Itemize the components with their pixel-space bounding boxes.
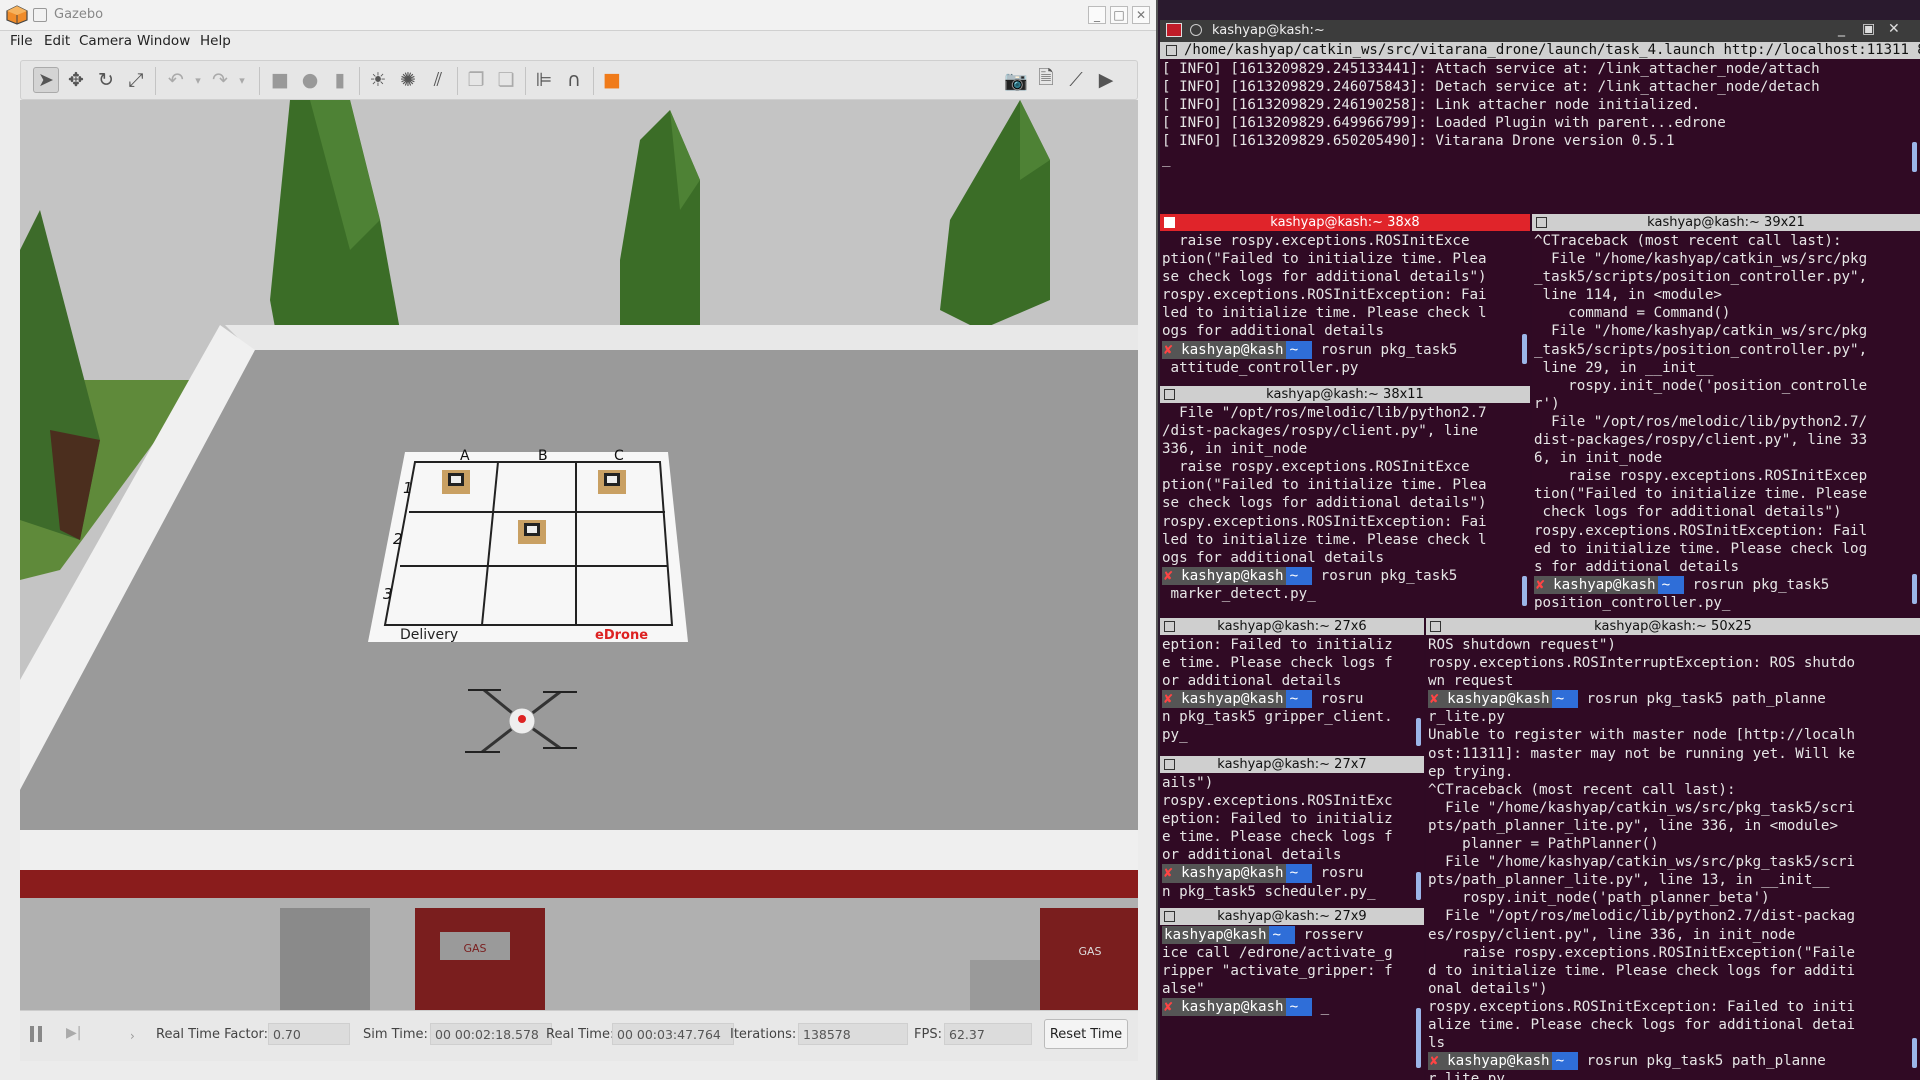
menu-camera[interactable]: Camera	[79, 33, 132, 49]
sim-time-label: Sim Time:	[363, 1027, 428, 1042]
reset-time-button[interactable]: Reset Time	[1044, 1019, 1128, 1049]
building-stripe	[20, 870, 1138, 898]
svg-text:GAS: GAS	[1078, 945, 1101, 958]
pane-header: kashyap@kash:~ 39x21	[1532, 214, 1920, 231]
box-shape-icon[interactable]: ■	[267, 67, 293, 93]
translate-mode-icon[interactable]: ✥	[63, 67, 89, 93]
gazebo-window: Gazebo _ □ ✕ File Edit Camera Window Hel…	[0, 0, 1158, 1080]
scene-render[interactable]: GAS GAS A B C 1 2 3 Delivery eDrone	[20, 100, 1138, 1010]
minimize-button[interactable]: _	[1088, 6, 1106, 24]
terminal-pane-27x9[interactable]: kashyap@kash:~ 27x9 kashyap@kash ~ rosser…	[1160, 908, 1424, 1080]
spot-light-icon[interactable]: ✺	[395, 67, 421, 93]
real-time-value: 00 00:03:47.764	[612, 1023, 734, 1045]
maximize-button[interactable]: ▣	[1862, 21, 1875, 37]
svg-text:GAS: GAS	[463, 942, 486, 955]
close-button[interactable]: ✕	[1888, 21, 1900, 37]
svg-text:1: 1	[403, 479, 413, 497]
3d-viewport[interactable]: GAS GAS A B C 1 2 3 Delivery eDrone	[20, 100, 1138, 1010]
directional-light-icon[interactable]: ⫽	[425, 67, 451, 93]
title-bar: Gazebo _ □ ✕	[0, 0, 1156, 31]
scale-mode-icon[interactable]: ⤢	[123, 67, 149, 93]
view-angle-icon[interactable]: ■	[599, 67, 625, 93]
roof-front-edge	[20, 830, 1138, 870]
terminal-title: kashyap@kash:~	[1212, 23, 1325, 38]
copy-icon[interactable]: ❐	[463, 67, 489, 93]
terminal-pane-38x8[interactable]: kashyap@kash:~ 38x8 raise rospy.exceptio…	[1160, 214, 1530, 384]
step-button[interactable]: ▶|	[66, 1025, 81, 1041]
pane-header: /home/kashyap/catkin_ws/src/vitarana_dro…	[1160, 42, 1920, 59]
expand-icon[interactable]: ›	[130, 1029, 135, 1043]
menu-edit[interactable]: Edit	[44, 33, 70, 49]
close-button[interactable]: ✕	[1132, 6, 1150, 24]
pane-header: kashyap@kash:~ 27x6	[1160, 618, 1424, 635]
terminal-pane-27x6[interactable]: kashyap@kash:~ 27x6 eption: Failed to in…	[1160, 618, 1424, 756]
iterations-value: 138578	[798, 1023, 908, 1045]
window-title: Gazebo	[54, 7, 104, 22]
rotate-mode-icon[interactable]: ↻	[93, 67, 119, 93]
menu-file[interactable]: File	[10, 33, 33, 49]
svg-text:3: 3	[383, 585, 393, 603]
svg-text:A: A	[460, 448, 470, 464]
terminal-pane-39x21[interactable]: kashyap@kash:~ 39x21 ^CTraceback (most r…	[1532, 214, 1920, 616]
pane-header: kashyap@kash:~ 38x8	[1160, 214, 1530, 231]
terminator-icon	[1166, 23, 1182, 37]
gazebo-logo-icon	[6, 5, 28, 25]
delivery-grid-mat: A B C 1 2 3 Delivery eDrone	[368, 448, 688, 643]
redo-history-icon[interactable]: ▾	[229, 67, 255, 93]
menu-bar: File Edit Camera Window Help	[0, 30, 1156, 54]
sim-time-value: 00 00:02:18.578	[430, 1023, 552, 1045]
package-c1	[598, 470, 626, 494]
toolbar: ➤ ✥ ↻ ⤢ ↶ ▾ ↷ ▾ ■ ● ▮ ☀ ✺ ⫽ ❐ ❏ ⊫ ∩ ■ 📷 …	[20, 60, 1138, 100]
status-bar: ▶| › Real Time Factor: 0.70 Sim Time: 00…	[20, 1010, 1138, 1061]
svg-text:C: C	[614, 448, 624, 464]
rtf-label: Real Time Factor:	[156, 1027, 269, 1042]
terminal-window: kashyap@kash:~ _ ▣ ✕ /home/kashyap/catki…	[1160, 20, 1920, 1080]
select-mode-icon[interactable]: ➤	[33, 67, 59, 93]
svg-text:2: 2	[393, 530, 403, 548]
log-icon[interactable]: 🗎	[1033, 67, 1059, 93]
minimize-button[interactable]: _	[1838, 21, 1845, 37]
fps-label: FPS:	[914, 1027, 942, 1042]
svg-text:Delivery: Delivery	[400, 627, 458, 643]
real-time-label: Real Time:	[546, 1027, 615, 1042]
pane-header: kashyap@kash:~ 38x11	[1160, 386, 1530, 403]
pane-header: kashyap@kash:~ 27x9	[1160, 908, 1424, 925]
menu-help[interactable]: Help	[200, 33, 231, 49]
svg-text:eDrone: eDrone	[595, 628, 648, 643]
plot-icon[interactable]: ⟋	[1063, 67, 1089, 93]
rtf-value: 0.70	[268, 1023, 350, 1045]
settings-icon[interactable]	[1190, 24, 1202, 36]
video-record-icon[interactable]: ▶	[1093, 67, 1119, 93]
screenshot-icon[interactable]: 📷	[1003, 67, 1029, 93]
scrollbar[interactable]	[1912, 142, 1917, 172]
pane-header: kashyap@kash:~ 50x25	[1426, 618, 1920, 635]
paste-icon[interactable]: ❏	[493, 67, 519, 93]
terminal-title-bar: kashyap@kash:~ _ ▣ ✕	[1160, 20, 1920, 42]
terminal-pane-38x11[interactable]: kashyap@kash:~ 38x11 File "/opt/ros/melo…	[1160, 386, 1530, 616]
iterations-label: Iterations:	[730, 1027, 797, 1042]
pane-header: kashyap@kash:~ 27x7	[1160, 756, 1424, 773]
terminal-pane-27x7[interactable]: kashyap@kash:~ 27x7 ails") rospy.exceptio…	[1160, 756, 1424, 908]
package-b2	[518, 520, 546, 544]
sphere-shape-icon[interactable]: ●	[297, 67, 323, 93]
pane-output: [ INFO] [1613209829.245133441]: Attach s…	[1162, 61, 1820, 168]
point-light-icon[interactable]: ☀	[365, 67, 391, 93]
pin-icon[interactable]	[33, 8, 47, 22]
maximize-button[interactable]: □	[1110, 6, 1128, 24]
menu-window[interactable]: Window	[137, 33, 190, 49]
snap-icon[interactable]: ∩	[561, 67, 587, 93]
terminal-pane-50x25[interactable]: kashyap@kash:~ 50x25 ROS shutdown reques…	[1426, 618, 1920, 1080]
pause-button[interactable]	[28, 1025, 44, 1043]
cylinder-shape-icon[interactable]: ▮	[327, 67, 353, 93]
package-a1	[442, 470, 470, 494]
svg-text:B: B	[538, 448, 548, 464]
terminal-pane-launch[interactable]: /home/kashyap/catkin_ws/src/vitarana_dro…	[1160, 42, 1920, 214]
fps-value: 62.37	[944, 1023, 1032, 1045]
align-icon[interactable]: ⊫	[531, 67, 557, 93]
